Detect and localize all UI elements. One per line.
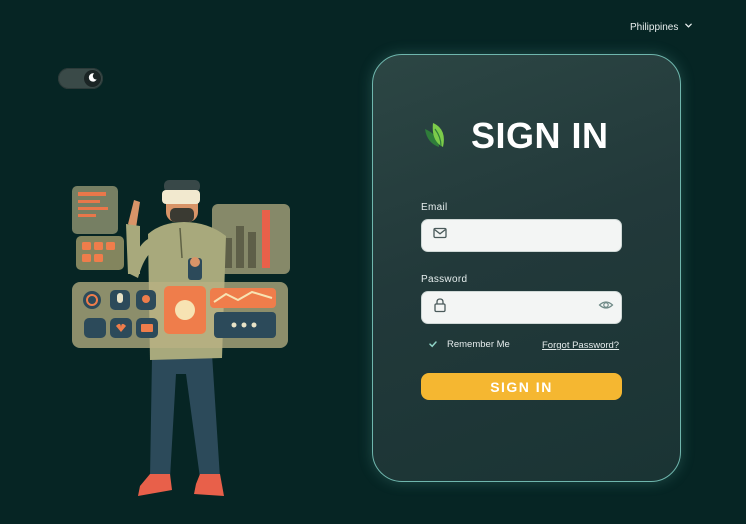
country-selector[interactable]: Philippines [630,18,693,36]
remember-me-label: Remember Me [447,338,510,350]
password-input[interactable] [456,301,598,314]
email-label: Email [421,202,448,213]
toggle-knob [84,70,101,87]
password-field[interactable] [421,291,622,324]
lock-icon [432,297,448,318]
remember-me-checkbox[interactable]: Remember Me [427,338,510,350]
email-input[interactable] [456,229,611,242]
sign-in-page: Philippines SIGN IN Email Password Remem… [0,0,746,524]
country-label: Philippines [630,21,679,33]
leaf-logo-icon [419,119,453,153]
page-title: SIGN IN [471,115,609,156]
password-label: Password [421,274,468,285]
sign-in-card: SIGN IN Email Password Remember Me Forgo… [372,54,681,482]
sign-in-button[interactable]: SIGN IN [421,373,622,400]
moon-icon [87,70,98,88]
brand-header: SIGN IN [419,117,609,155]
mail-icon [432,225,448,246]
vr-user-illustration [66,178,296,514]
theme-toggle[interactable] [58,68,103,89]
chevron-down-icon [684,21,693,33]
eye-icon[interactable] [598,297,614,318]
forgot-password-link[interactable]: Forgot Password? [542,340,619,351]
email-field[interactable] [421,219,622,252]
check-icon [427,338,439,350]
